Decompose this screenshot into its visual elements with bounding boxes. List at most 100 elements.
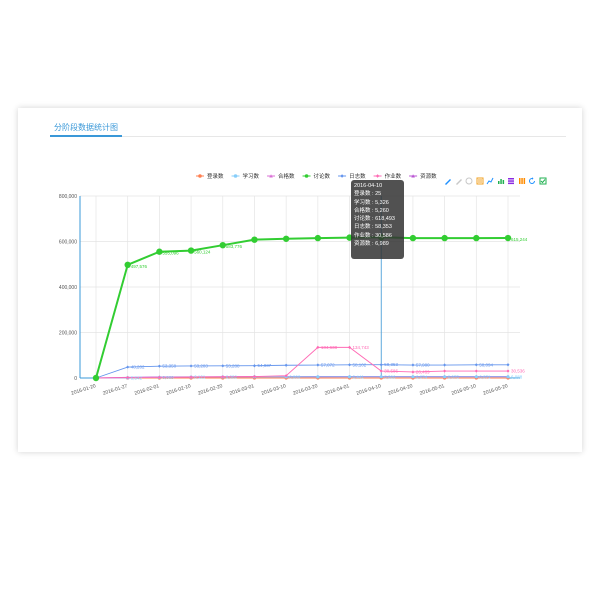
data-label: 54,837 bbox=[257, 363, 271, 368]
data-label: 6,674 bbox=[416, 374, 428, 379]
data-point bbox=[409, 234, 417, 242]
data-view-icon[interactable] bbox=[476, 172, 484, 185]
data-label: 30,536 bbox=[511, 369, 525, 374]
x-tick-label: 2016-02-20 bbox=[197, 383, 223, 397]
tooltip-row: 登录数 : 25 bbox=[354, 191, 382, 198]
data-label: 57,980 bbox=[416, 363, 430, 368]
y-tick-label: 400,000 bbox=[59, 285, 77, 291]
x-tick-label: 2016-01-20 bbox=[70, 383, 96, 397]
tooltip-row: 作业数 : 30,586 bbox=[354, 232, 392, 239]
bar-chart-icon[interactable] bbox=[497, 172, 505, 184]
data-label: 30,586 bbox=[384, 369, 398, 374]
data-label: 134,638 bbox=[321, 345, 338, 350]
data-point bbox=[411, 370, 415, 374]
data-point bbox=[411, 363, 415, 367]
data-label: 5,326 bbox=[384, 374, 396, 379]
data-point bbox=[474, 369, 478, 373]
data-point bbox=[314, 234, 322, 242]
legend-marker bbox=[198, 174, 202, 178]
x-tick-label: 2016-05-01 bbox=[419, 383, 445, 397]
data-point bbox=[347, 375, 352, 379]
x-tick-label: 2016-02-01 bbox=[134, 383, 160, 397]
legend-marker bbox=[233, 174, 238, 178]
data-label: 58,094 bbox=[479, 362, 493, 367]
line-chart: 0 200,000 400,000 600,000 800,000 2016-01-20 2… bbox=[59, 172, 528, 397]
data-label: 615,244 bbox=[511, 237, 528, 242]
tooltip-row: 合格数 : 5,260 bbox=[354, 207, 389, 214]
legend-item-label[interactable]: 资源数 bbox=[420, 172, 437, 180]
data-point bbox=[126, 365, 130, 369]
data-point bbox=[379, 363, 383, 367]
data-point bbox=[474, 375, 478, 379]
data-point bbox=[506, 363, 510, 367]
series-line-6 bbox=[95, 346, 508, 379]
data-point bbox=[189, 364, 193, 368]
tiled-icon[interactable] bbox=[518, 172, 526, 184]
legend-item-label[interactable]: 合格数 bbox=[278, 172, 295, 180]
data-point bbox=[506, 375, 510, 379]
data-point bbox=[441, 234, 448, 242]
data-label: 57,072 bbox=[321, 363, 335, 368]
page-background: 分阶段数据统计图 0 200,000 400,000 600,000 800,000 20… bbox=[0, 0, 600, 600]
data-point bbox=[221, 364, 225, 368]
data-point bbox=[443, 363, 447, 367]
legend-marker bbox=[304, 174, 309, 178]
data-point bbox=[157, 364, 161, 368]
data-point bbox=[379, 375, 383, 379]
tooltip-row: 讨论数 : 618,493 bbox=[354, 216, 395, 223]
data-point bbox=[252, 364, 257, 368]
data-label: 58,102 bbox=[353, 362, 367, 367]
data-label: 6,121 bbox=[194, 375, 206, 380]
x-tick-label: 2016-03-01 bbox=[229, 383, 255, 397]
x-tick-label: 2016-05-10 bbox=[451, 383, 477, 397]
data-point bbox=[473, 234, 480, 242]
legend-item-label[interactable]: 讨论数 bbox=[314, 172, 331, 180]
data-label: 48,202 bbox=[131, 365, 145, 370]
data-point bbox=[316, 363, 320, 367]
data-point bbox=[443, 375, 447, 379]
data-point bbox=[282, 235, 290, 242]
x-tick-label: 2016-01-27 bbox=[102, 383, 128, 397]
data-label: 6,071 bbox=[479, 374, 491, 379]
data-label: 5,542 bbox=[131, 375, 143, 380]
data-label: 53,203 bbox=[194, 363, 208, 368]
y-tick-label: 200,000 bbox=[59, 331, 77, 337]
data-label: 6,082 bbox=[226, 374, 238, 379]
data-point bbox=[347, 363, 352, 367]
series-line-4 bbox=[95, 236, 509, 379]
x-tick-label: 2016-04-20 bbox=[387, 383, 413, 397]
legend-marker bbox=[340, 174, 344, 178]
mark-clear-icon[interactable] bbox=[465, 172, 473, 185]
line-chart-icon[interactable] bbox=[486, 172, 494, 185]
legend-item-label[interactable]: 登录数 bbox=[207, 172, 224, 180]
x-tick-label: 2016-04-10 bbox=[356, 383, 382, 397]
data-label: 555,096 bbox=[162, 251, 179, 256]
legend-item-label[interactable]: 学习数 bbox=[243, 172, 260, 180]
legend-item-label[interactable]: 作业数 bbox=[385, 172, 402, 180]
tooltip-row: 日志数 : 58,353 bbox=[354, 224, 392, 231]
tooltip-title: 2016-04-10 bbox=[354, 183, 383, 189]
data-label: 560,124 bbox=[194, 250, 211, 255]
x-tick-label: 2016-05-20 bbox=[482, 383, 508, 397]
data-label: 58,353 bbox=[384, 362, 398, 367]
mark-pen-icon[interactable] bbox=[444, 172, 452, 185]
save-image-icon[interactable] bbox=[539, 172, 547, 185]
data-point bbox=[284, 363, 288, 367]
stack-icon[interactable] bbox=[507, 172, 515, 185]
data-point bbox=[316, 375, 320, 379]
tooltip-row: 学习数 : 5,326 bbox=[354, 199, 389, 206]
data-label: 6,441 bbox=[353, 374, 365, 379]
y-tick-label: 800,000 bbox=[59, 194, 77, 200]
data-label: 6,869 bbox=[162, 375, 174, 380]
data-point bbox=[251, 236, 258, 243]
x-tick-label: 2016-02-10 bbox=[166, 383, 192, 397]
data-label: 583,776 bbox=[226, 244, 243, 249]
data-label: 53,288 bbox=[226, 363, 240, 368]
x-tick-label: 2016-04-01 bbox=[324, 383, 350, 397]
y-tick-label: 600,000 bbox=[59, 240, 77, 246]
data-label: 53,358 bbox=[162, 364, 176, 369]
mark-undo-icon[interactable] bbox=[455, 172, 463, 185]
data-label: 134,743 bbox=[353, 345, 370, 350]
restore-icon[interactable] bbox=[528, 172, 536, 184]
legend-item-label[interactable]: 日志数 bbox=[349, 172, 366, 180]
